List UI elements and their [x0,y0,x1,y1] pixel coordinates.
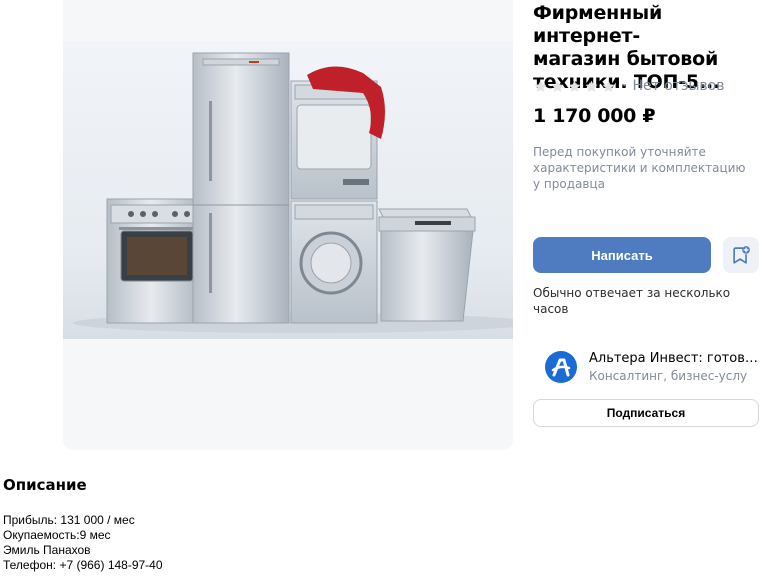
product-price: 1 170 000 ₽ [533,105,656,127]
reviews-link[interactable]: Нет отзывов [632,78,724,94]
purchase-note: Перед покупкой уточняйте характеристики … [533,145,746,191]
seller-card[interactable]: Альтера Инвест: готов… Консалтинг, бизне… [545,349,762,385]
dishwasher-shape [378,208,476,322]
star-empty-icon [534,80,547,92]
description-line: Прибыль: 131 000 / мес [3,513,135,527]
star-empty-icon [602,80,615,92]
product-gallery[interactable] [63,0,513,450]
appliances-illustration [73,52,513,333]
washer-shape [290,200,378,324]
reply-time-note: Обычно отвечает за несколько часов [533,286,731,316]
fridge-shape [192,52,290,324]
dryer-shape [290,66,385,200]
description-line: Телефон: +7 (966) 148-97-40 [3,558,163,572]
seller-category: Консалтинг, бизнес-услуги [589,369,747,383]
product-rating[interactable]: · Нет отзывов [533,76,725,96]
write-message-button[interactable]: Написать [533,237,711,273]
stove-shape [106,198,206,324]
star-empty-icon [585,80,598,92]
product-photo[interactable] [63,41,513,339]
description-text: Прибыль: 131 000 / мес Окупаемость:9 мес… [3,513,163,573]
description-line: Окупаемость:9 мес [3,528,111,542]
rating-stars [533,79,616,94]
description-line: Эмиль Панахов [3,543,91,557]
bookmark-add-icon [733,246,750,264]
description-heading: Описание [3,476,87,494]
star-empty-icon [551,80,564,92]
seller-logo [545,351,577,383]
rating-separator: · [622,78,627,94]
star-empty-icon [568,80,581,92]
seller-name[interactable]: Альтера Инвест: готов… [589,351,762,366]
add-to-favorites-button[interactable] [723,237,759,273]
subscribe-button[interactable]: Подписаться [533,399,759,427]
